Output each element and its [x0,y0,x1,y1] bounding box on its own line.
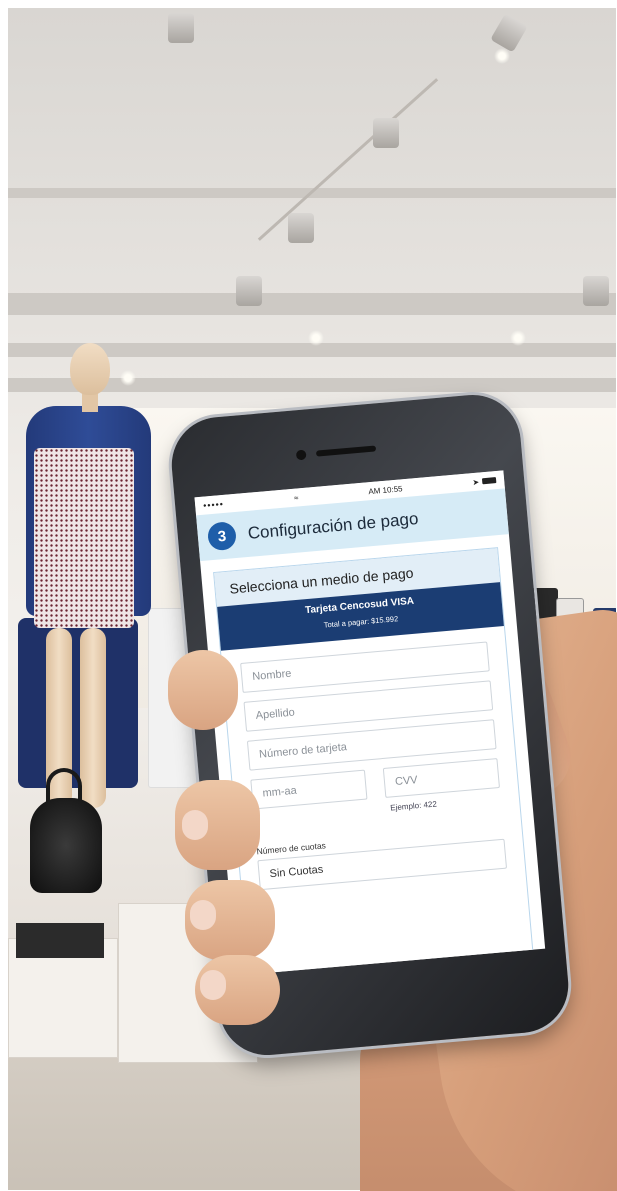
cvv-hint: Ejemplo: 422 [389,799,438,813]
spotlight [236,276,262,306]
fingernail [200,970,226,1000]
ceiling-beam [8,293,616,315]
mannequin-dress [34,448,134,628]
light-rail [257,78,439,241]
handbag [30,798,102,893]
cvv-column: CVV Ejemplo: 422 [382,758,501,813]
earpiece-speaker [315,445,377,457]
spotlight [288,213,314,243]
fingernail [182,810,208,840]
pedestal [16,923,104,958]
spotlight-glow [308,330,324,346]
status-right: ➤ [472,476,497,487]
battery-icon [481,477,497,485]
clock: AM 10:55 [367,483,403,496]
cvv-field[interactable]: CVV [382,758,500,798]
spotlight-glow [120,370,136,386]
fingernail [190,900,216,930]
spotlight [373,118,399,148]
page-title: Configuración de pago [247,509,420,543]
card-form: Nombre Apellido Número de tarjeta mm-aa … [221,626,525,892]
step-number-badge: 3 [206,521,238,552]
hanging-jacket [18,618,138,788]
spotlight [583,276,609,306]
expiry-field[interactable]: mm-aa [250,769,368,810]
spotlight [490,13,528,53]
mannequin-head [70,343,110,395]
spotlight-glow [510,330,526,346]
front-camera [295,449,307,461]
signal-dots: ••••• [202,498,225,511]
expiry-column: mm-aa [250,769,368,825]
mannequin-leg [80,628,106,808]
spotlight [168,13,194,43]
finger [168,650,238,730]
expiry-cvv-row: mm-aa CVV Ejemplo: 422 [250,758,501,824]
wifi-icon: ≈ [293,492,299,503]
location-icon: ➤ [472,477,480,487]
spotlight-glow [494,48,510,64]
